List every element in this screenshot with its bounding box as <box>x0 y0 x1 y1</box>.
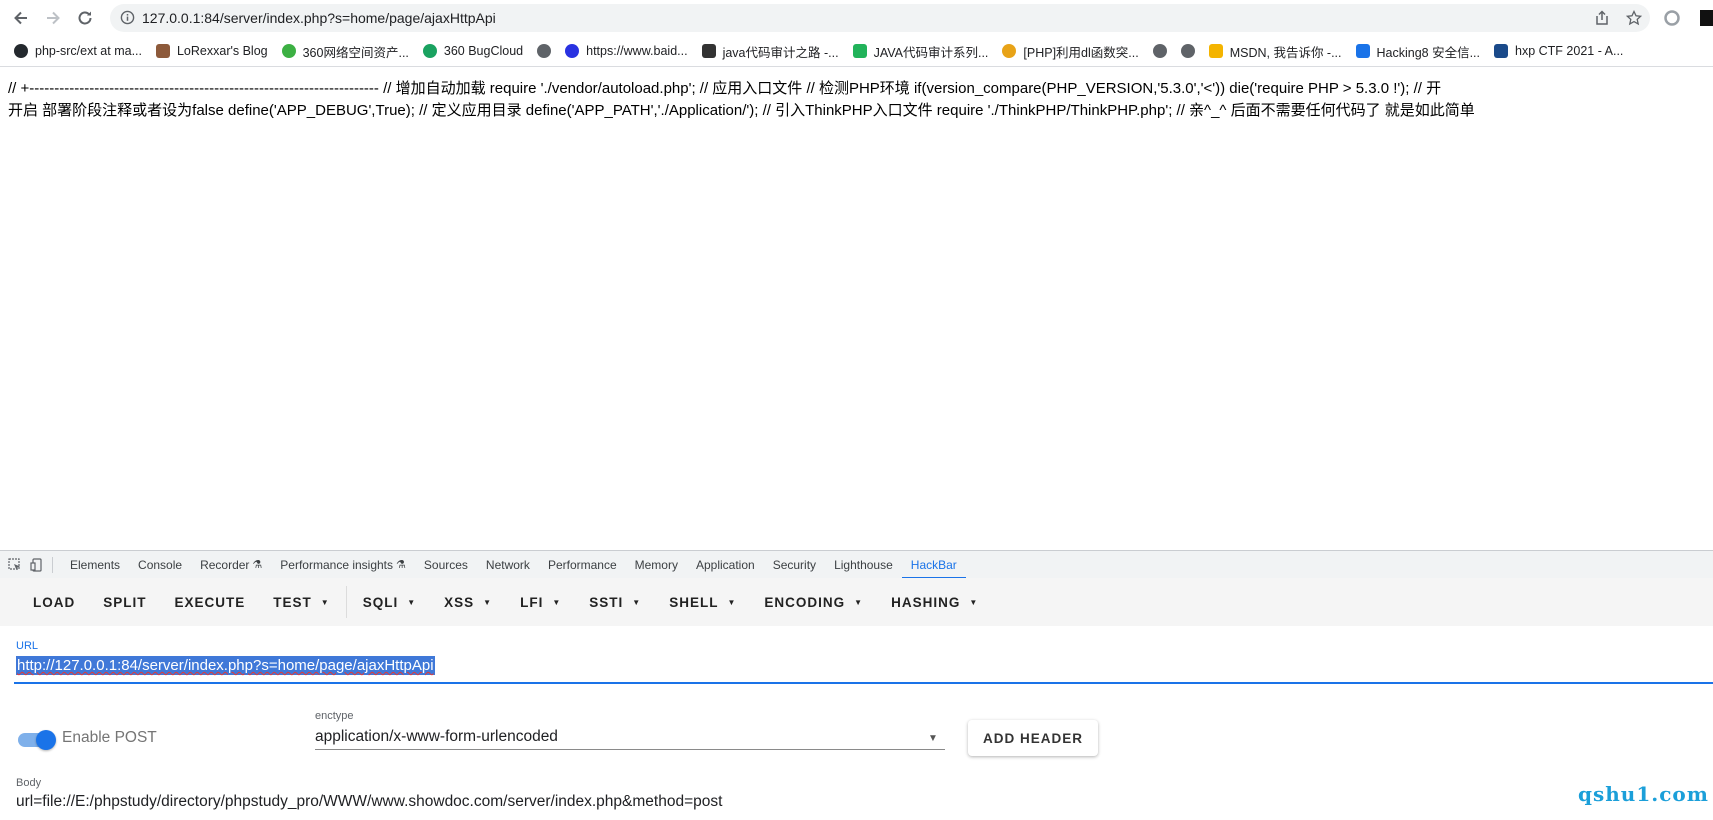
extension-icon[interactable] <box>1664 10 1680 31</box>
url-field[interactable]: http://127.0.0.1:84/server/index.php?s=h… <box>16 656 435 675</box>
test-menu-button[interactable]: TEST ▼ <box>259 578 343 626</box>
inspect-element-icon[interactable] <box>4 555 26 575</box>
shell-menu-button[interactable]: SHELL ▼ <box>655 578 750 626</box>
flask-icon: ⚗ <box>252 559 263 571</box>
tab-lighthouse[interactable]: Lighthouse <box>825 551 902 578</box>
encoding-menu-button[interactable]: ENCODING ▼ <box>750 578 877 626</box>
tab-memory[interactable]: Memory <box>626 551 687 578</box>
url-field-label: URL <box>16 640 39 652</box>
bookmark-item[interactable]: php-src/ext at ma... <box>14 44 142 58</box>
tab-performance[interactable]: Performance <box>539 551 626 578</box>
execute-button[interactable]: EXECUTE <box>161 578 260 626</box>
msdn-icon <box>1208 44 1223 58</box>
enable-post-toggle[interactable] <box>18 729 56 750</box>
sqli-menu-button[interactable]: SQLI ▼ <box>349 578 430 626</box>
lfi-menu-button[interactable]: LFI ▼ <box>506 578 575 626</box>
page-content: // +------------------------------------… <box>8 78 1708 122</box>
bookmark-item[interactable]: LoRexxar's Blog <box>155 44 268 58</box>
back-button[interactable] <box>9 6 33 30</box>
bookmark-item[interactable]: MSDN, 我告诉你 -... <box>1208 42 1342 61</box>
tab-recorder[interactable]: Recorder ⚗ <box>191 551 271 578</box>
devtools-tabbar: Elements Console Recorder ⚗ Performance i… <box>0 550 1713 579</box>
enctype-underline <box>315 749 945 750</box>
bookmark-item[interactable] <box>1152 44 1167 58</box>
tab-sources[interactable]: Sources <box>415 551 477 578</box>
tab-hackbar[interactable]: HackBar <box>901 551 966 579</box>
enctype-select[interactable]: application/x-www-form-urlencoded <box>315 728 558 746</box>
page-text-line: 开启 部署阶段注释或者设为false define('APP_DEBUG',Tr… <box>8 102 1475 119</box>
load-button[interactable]: LOAD <box>19 578 89 626</box>
body-field-label: Body <box>16 777 42 789</box>
hashing-menu-button[interactable]: HASHING ▼ <box>877 578 992 626</box>
info-icon[interactable] <box>120 10 135 30</box>
ssti-menu-button[interactable]: SSTI ▼ <box>575 578 655 626</box>
hackbar-toolbar: LOAD SPLIT EXECUTE TEST ▼ SQLI ▼ XSS ▼ LFI ▼… <box>0 578 1713 626</box>
baidu-paw-icon <box>565 44 580 58</box>
bookmark-item[interactable]: 360 BugCloud <box>422 44 523 58</box>
reload-icon <box>78 11 92 25</box>
bookmarks-bar: php-src/ext at ma... LoRexxar's Blog 360… <box>0 36 1713 67</box>
globe-icon <box>537 44 552 58</box>
xss-menu-button[interactable]: XSS ▼ <box>430 578 506 626</box>
bookmark-item[interactable] <box>537 44 552 58</box>
enctype-label: enctype <box>315 710 354 722</box>
bookmark-item[interactable]: Hacking8 安全信... <box>1355 42 1480 61</box>
blog-icon <box>155 44 170 58</box>
caret-down-icon: ▼ <box>969 597 979 607</box>
arrow-right-icon <box>47 11 60 25</box>
bookmark-item[interactable]: https://www.baid... <box>565 44 688 58</box>
page-text-line: // +------------------------------------… <box>8 80 1442 97</box>
tab-security[interactable]: Security <box>764 551 825 578</box>
divider <box>345 586 347 618</box>
body-field[interactable]: url=file://E:/phpstudy/directory/phpstud… <box>16 793 722 811</box>
site-icon <box>1002 44 1017 58</box>
toggle-knob <box>36 730 56 750</box>
dropdown-caret-icon[interactable]: ▼ <box>928 733 938 744</box>
globe-icon <box>1152 44 1167 58</box>
address-url[interactable]: 127.0.0.1:84/server/index.php?s=home/pag… <box>142 10 496 26</box>
hacking8-icon <box>1355 44 1370 58</box>
site-icon <box>852 44 867 58</box>
forward-button[interactable] <box>41 6 65 30</box>
enable-post-label: Enable POST <box>62 729 157 746</box>
bugcloud-icon <box>422 44 437 58</box>
github-icon <box>14 44 28 58</box>
ctf-icon <box>1494 44 1509 58</box>
url-field-underline <box>14 682 1713 684</box>
split-button[interactable]: SPLIT <box>89 578 160 626</box>
bookmark-item[interactable]: 360网络空间资产... <box>281 42 409 61</box>
divider <box>52 556 53 573</box>
caret-down-icon: ▼ <box>552 597 562 607</box>
tab-performance-insights[interactable]: Performance insights ⚗ <box>271 551 415 578</box>
caret-down-icon: ▼ <box>483 597 493 607</box>
bookmark-item[interactable]: [PHP]利用dl函数突... <box>1002 42 1139 61</box>
caret-down-icon: ▼ <box>727 597 737 607</box>
bookmark-item[interactable]: JAVA代码审计系列... <box>852 42 988 61</box>
globe-icon <box>1180 44 1195 58</box>
caret-down-icon: ▼ <box>854 597 864 607</box>
caret-down-icon: ▼ <box>407 597 417 607</box>
star-icon[interactable] <box>1625 9 1643 31</box>
bookmark-item[interactable] <box>1180 44 1195 58</box>
add-header-button[interactable]: ADD HEADER <box>968 720 1098 756</box>
caret-down-icon: ▼ <box>632 597 642 607</box>
bookmark-item[interactable]: hxp CTF 2021 - A... <box>1494 44 1623 58</box>
device-toolbar-icon[interactable] <box>26 555 48 575</box>
reload-button[interactable] <box>73 6 97 30</box>
bookmark-item[interactable]: java代码审计之路 -... <box>701 42 839 61</box>
tab-elements[interactable]: Elements <box>61 551 129 578</box>
tab-application[interactable]: Application <box>687 551 764 578</box>
arrow-left-icon <box>14 11 27 25</box>
share-icon[interactable] <box>1594 10 1610 31</box>
browser-toolbar: 127.0.0.1:84/server/index.php?s=home/pag… <box>0 0 1713 36</box>
site-icon <box>701 44 716 58</box>
tab-network[interactable]: Network <box>477 551 539 578</box>
profile-icon[interactable] <box>1700 10 1713 26</box>
address-bar[interactable]: 127.0.0.1:84/server/index.php?s=home/pag… <box>110 4 1650 32</box>
flask-icon: ⚗ <box>396 559 406 571</box>
caret-down-icon: ▼ <box>320 597 330 607</box>
tab-console[interactable]: Console <box>129 551 191 578</box>
watermark: qshu1.com <box>1578 782 1709 806</box>
globe-360-icon <box>281 44 296 58</box>
